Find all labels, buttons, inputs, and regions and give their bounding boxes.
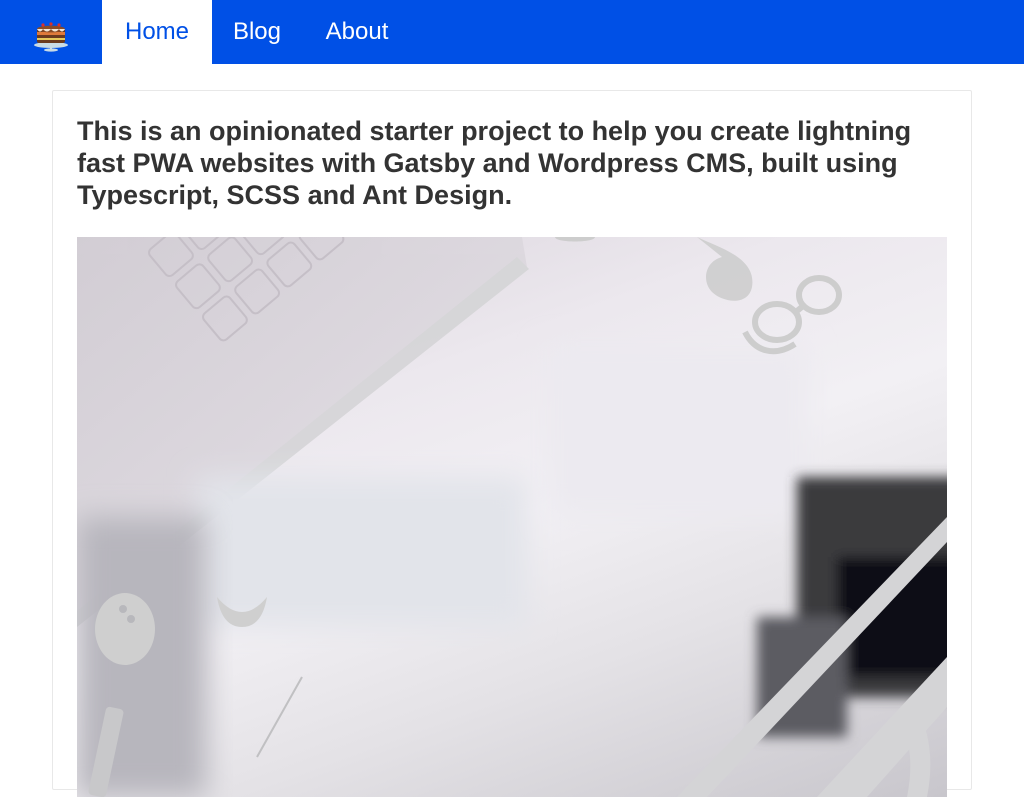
- nav-blog[interactable]: Blog: [212, 0, 302, 64]
- nav-home[interactable]: Home: [102, 0, 212, 64]
- intro-card: This is an opinionated starter project t…: [52, 90, 972, 797]
- desk-workspace-image: [77, 237, 947, 797]
- nav-about[interactable]: About: [302, 0, 412, 64]
- hero-image: [77, 237, 947, 797]
- home-logo-link[interactable]: [0, 0, 102, 64]
- intro-text: This is an opinionated starter project t…: [77, 116, 912, 210]
- site-header: Home Blog About: [0, 0, 1024, 64]
- main-nav: Home Blog About: [102, 0, 412, 64]
- cake-icon: [34, 22, 68, 52]
